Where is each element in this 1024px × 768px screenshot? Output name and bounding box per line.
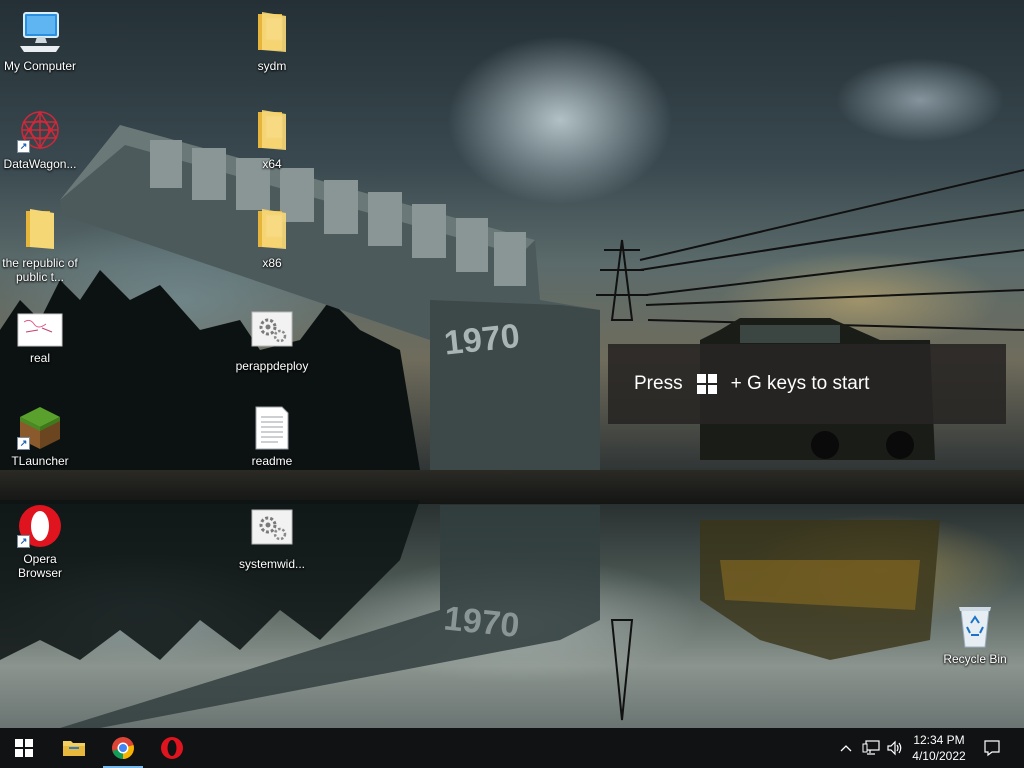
folder-icon — [16, 207, 64, 253]
desktop-icon-readme[interactable]: readme — [232, 405, 312, 468]
folder-icon — [248, 108, 296, 154]
taskbar-clock[interactable]: 12:34 PM 4/10/2022 — [908, 732, 970, 764]
desktop-icon-recycle-bin[interactable]: Recycle Bin — [935, 603, 1015, 666]
folder-icon — [248, 10, 296, 56]
chevron-up-icon — [840, 745, 852, 752]
desktop-icon-my-computer[interactable]: My Computer — [0, 10, 80, 73]
wallpaper-sign-year: 1970 — [442, 317, 521, 363]
windows-start-icon — [15, 739, 33, 757]
volume-button[interactable] — [884, 728, 906, 768]
toast-suffix-text: + G keys to start — [730, 373, 870, 394]
taskbar-file-explorer[interactable] — [50, 728, 98, 768]
desktop-icon-label: TLauncher — [11, 454, 69, 468]
toast-prefix-text: Press — [634, 373, 683, 394]
desktop-icon-republic-folder[interactable]: the republic of public t... — [0, 207, 80, 284]
action-center-button[interactable] — [978, 728, 1006, 768]
computer-icon — [16, 10, 64, 56]
tlauncher-icon: ↗ — [16, 405, 64, 451]
desktop-icon-perappdeploy[interactable]: perappdeploy — [232, 310, 312, 373]
desktop-icon-tlauncher[interactable]: ↗ TLauncher — [0, 405, 80, 468]
desktop-icon-label: the republic of public t... — [2, 256, 78, 284]
datawagon-app-icon: ↗ — [16, 108, 64, 154]
recycle-bin-icon — [951, 603, 999, 649]
folder-icon — [63, 741, 85, 756]
shortcut-arrow-icon: ↗ — [17, 140, 30, 153]
desktop-icon-x86[interactable]: x86 — [232, 207, 312, 270]
desktop-icon-label: perappdeploy — [235, 359, 309, 373]
clock-time: 12:34 PM — [913, 733, 965, 747]
desktop-icon-label: sydm — [257, 59, 287, 73]
settings-file-icon — [248, 310, 296, 356]
desktop-icon-label: x64 — [262, 157, 282, 171]
desktop-icon-sydm[interactable]: sydm — [232, 10, 312, 73]
wallpaper-reflection-year: 1970 — [442, 599, 521, 645]
game-bar-tip-toast[interactable]: Press + G keys to start — [608, 344, 1006, 424]
desktop-icon-opera-browser[interactable]: ↗ Opera Browser — [0, 503, 80, 580]
network-status-button[interactable] — [860, 728, 882, 768]
desktop-icon-label: DataWagon... — [3, 157, 77, 171]
desktop-icon-label: x86 — [262, 256, 282, 270]
desktop-icon-label: readme — [251, 454, 293, 468]
text-file-icon — [248, 405, 296, 451]
speaker-icon — [887, 740, 902, 756]
settings-file-icon — [248, 508, 296, 554]
desktop-icon-datawagon[interactable]: ↗ DataWagon... — [0, 108, 80, 171]
desktop-icon-systemwid[interactable]: systemwid... — [232, 508, 312, 571]
desktop-icon-x64[interactable]: x64 — [232, 108, 312, 171]
folder-icon — [248, 207, 296, 253]
show-hidden-icons-button[interactable] — [836, 728, 856, 768]
desktop-icon-label: Recycle Bin — [943, 652, 1007, 666]
shortcut-arrow-icon: ↗ — [17, 437, 30, 450]
start-button[interactable] — [0, 728, 48, 768]
desktop-icon-real[interactable]: real — [0, 312, 80, 365]
desktop-icon-label: real — [29, 351, 50, 365]
clock-date: 4/10/2022 — [912, 749, 966, 763]
chrome-icon — [112, 737, 134, 759]
taskbar-opera[interactable] — [148, 728, 196, 768]
shortcut-arrow-icon: ↗ — [17, 535, 30, 548]
desktop-icon-label: My Computer — [3, 59, 77, 73]
taskbar-chrome[interactable] — [99, 728, 147, 768]
image-file-icon — [16, 312, 64, 348]
desktop-icon-label: systemwid... — [238, 557, 305, 571]
opera-icon — [161, 737, 183, 759]
notification-icon — [984, 740, 1000, 757]
windows-logo-icon — [696, 374, 717, 394]
desktop-icon-label: Opera Browser — [17, 552, 62, 580]
taskbar: 12:34 PM 4/10/2022 — [0, 728, 1024, 768]
opera-icon: ↗ — [16, 503, 64, 549]
network-icon — [862, 740, 880, 755]
